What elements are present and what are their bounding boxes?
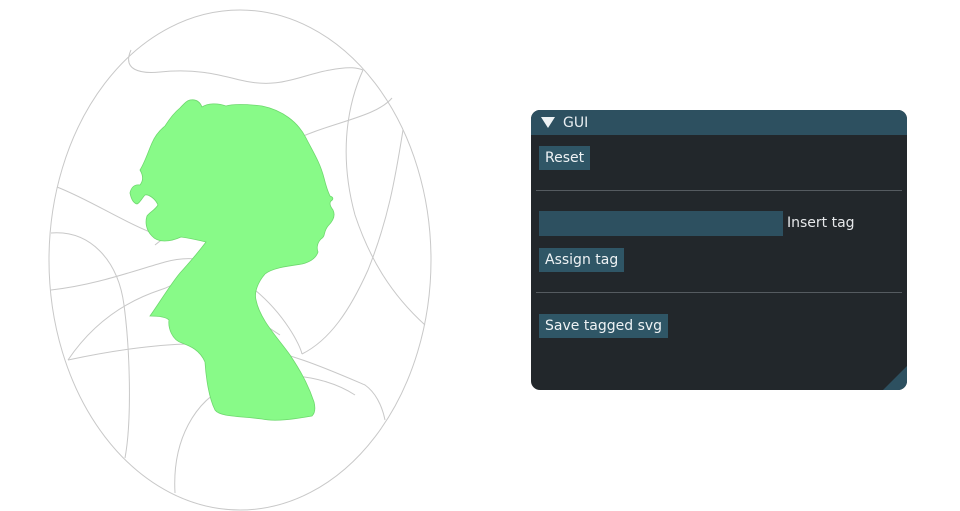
region-line[interactable] [128,49,364,84]
reset-button[interactable]: Reset [539,146,591,170]
gui-title-bar[interactable]: GUI [531,110,907,135]
tag-input-label: Insert tag [787,215,855,231]
separator [536,292,902,293]
save-tagged-svg-button[interactable]: Save tagged svg [539,314,669,338]
gui-panel[interactable]: GUI Reset Insert tag Assign tag Save tag… [531,110,907,390]
region-line[interactable] [50,232,130,459]
tag-input[interactable] [539,211,783,236]
silhouette-shape[interactable] [129,99,335,421]
gui-title: GUI [563,114,589,131]
region-line[interactable] [345,69,426,326]
resize-grip-icon[interactable] [883,366,907,390]
collapse-triangle-icon[interactable] [541,117,555,128]
assign-tag-button[interactable]: Assign tag [539,248,625,272]
separator [536,190,902,191]
